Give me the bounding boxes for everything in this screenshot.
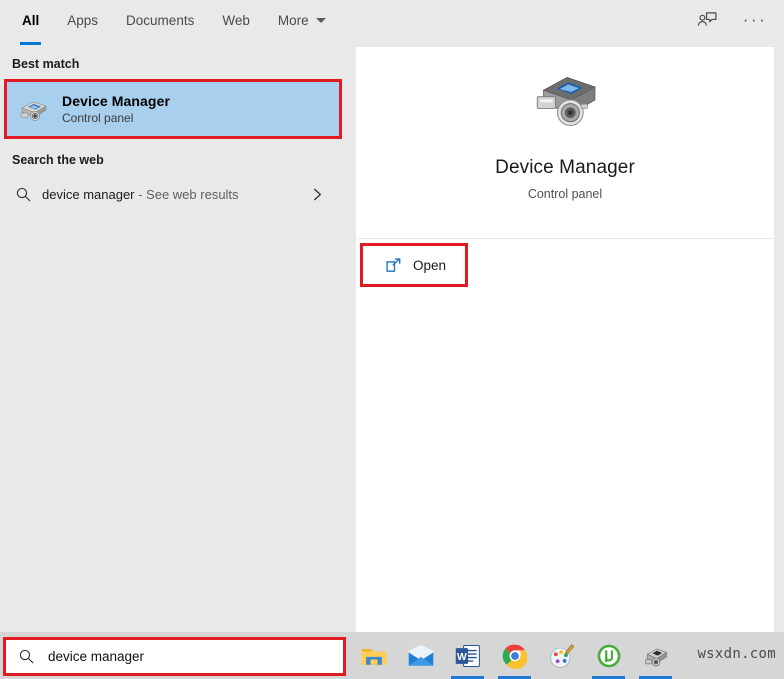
device-manager-large-icon (536, 76, 596, 126)
tab-web-label: Web (222, 12, 250, 28)
ellipsis-icon: ··· (742, 10, 768, 29)
taskbar-item-word[interactable]: W (444, 632, 491, 679)
web-search-text: device manager - See web results (42, 187, 239, 202)
chrome-icon (502, 644, 527, 669)
taskbar-item-file-explorer[interactable] (350, 632, 397, 679)
preview-title: Device Manager (495, 157, 635, 178)
tab-list: All Apps Documents Web More (0, 0, 340, 45)
result-item-text: Device Manager Control panel (62, 92, 170, 127)
tab-all[interactable]: All (8, 0, 53, 45)
tab-more-label: More (277, 12, 309, 28)
preview-actions: Open (356, 239, 774, 287)
utorrent-icon (597, 644, 620, 667)
more-options-button[interactable]: ··· (740, 5, 770, 35)
search-flyout-window: All Apps Documents Web More ··· Best mat… (0, 0, 784, 679)
taskbar-item-mail[interactable] (397, 632, 444, 679)
watermark: wsxdn.com (697, 646, 776, 662)
preview-hero: Device Manager Control panel (356, 47, 774, 238)
feedback-button[interactable] (692, 5, 722, 35)
open-button[interactable]: Open (365, 248, 459, 282)
taskbar-item-device-manager[interactable] (632, 632, 679, 679)
search-icon (18, 648, 38, 665)
chevron-right-icon[interactable] (310, 187, 325, 202)
app-preview-panel: Device Manager Control panel Open (356, 47, 774, 632)
result-item-device-manager[interactable]: Device Manager Control panel (7, 82, 339, 136)
tab-apps-label: Apps (67, 12, 99, 28)
tab-documents[interactable]: Documents (112, 0, 208, 40)
result-item-subtitle: Control panel (62, 110, 134, 125)
web-search-query: device manager (42, 186, 135, 202)
taskbar-item-paint[interactable] (538, 632, 585, 679)
tab-apps[interactable]: Apps (53, 0, 112, 40)
taskbar-item-utorrent[interactable] (585, 632, 632, 679)
file-explorer-icon (361, 648, 386, 665)
best-match-section-label: Best match (12, 57, 80, 71)
tab-documents-label: Documents (126, 12, 195, 28)
open-external-icon (385, 257, 402, 274)
search-input-value: device manager (48, 649, 145, 664)
search-tab-bar: All Apps Documents Web More ··· (0, 0, 784, 47)
preview-subtitle: Control panel (527, 187, 603, 201)
svg-text:W: W (456, 650, 466, 662)
search-box-area: device manager (0, 632, 350, 679)
best-match-section: Device Manager Control panel (4, 79, 343, 139)
tab-all-label: All (22, 12, 40, 28)
mail-icon (408, 644, 433, 666)
paint-icon (549, 643, 574, 668)
search-the-web-section-label: Search the web (12, 153, 104, 167)
result-item-title: Device Manager (62, 92, 171, 109)
word-icon: W (455, 644, 480, 667)
search-icon (12, 186, 34, 203)
device-manager-taskbar-icon (644, 648, 667, 666)
tab-web[interactable]: Web (208, 0, 264, 40)
device-manager-icon (20, 101, 47, 121)
search-input[interactable]: device manager (6, 640, 343, 673)
taskbar-item-chrome[interactable] (491, 632, 538, 679)
bottom-bar: device manager W wsxdn.com (0, 632, 784, 679)
chevron-down-icon (315, 17, 326, 23)
result-item-web-search[interactable]: device manager - See web results (0, 175, 347, 213)
open-button-label: Open (413, 257, 447, 273)
web-search-suffix: - See web results (134, 186, 239, 202)
tab-active-underline (20, 42, 42, 45)
tab-more[interactable]: More (264, 0, 340, 40)
feedback-person-icon (697, 12, 717, 26)
results-list-panel: Best match Device Manager Control panel … (0, 47, 347, 632)
tab-bar-actions: ··· (692, 0, 784, 40)
taskbar: W wsxdn.com (350, 632, 784, 679)
